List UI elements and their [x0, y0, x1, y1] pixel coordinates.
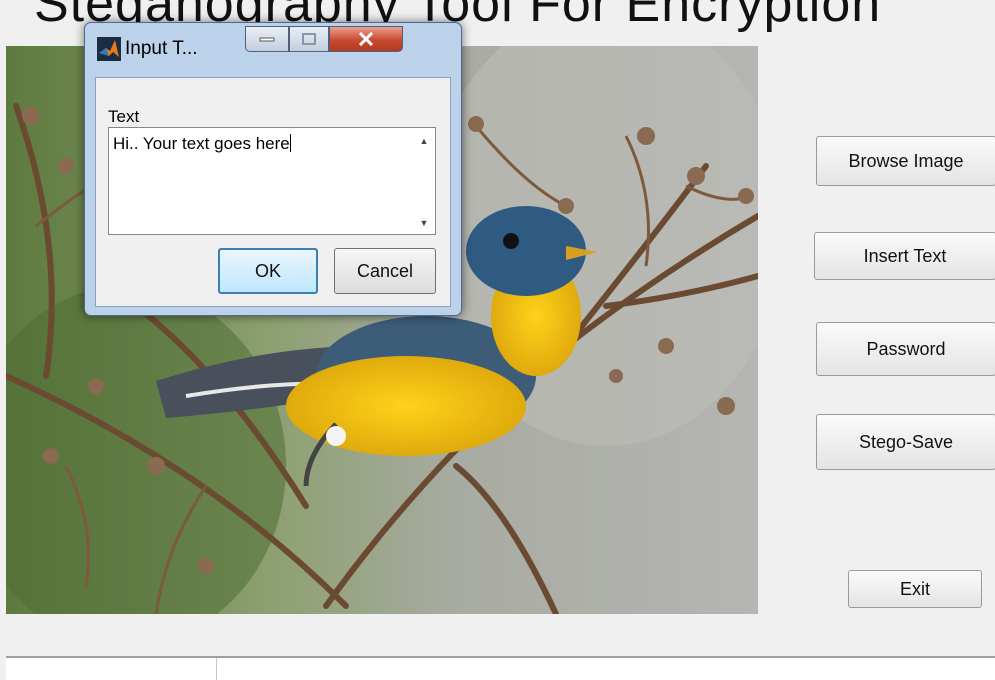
browse-image-button[interactable]: Browse Image: [816, 136, 995, 186]
minimize-icon: [259, 37, 275, 42]
insert-text-button[interactable]: Insert Text: [814, 232, 995, 280]
minimize-button[interactable]: [245, 26, 289, 52]
dialog-titlebar[interactable]: Input T...: [85, 23, 461, 73]
status-separator: [216, 658, 217, 680]
maximize-button[interactable]: [289, 26, 329, 52]
scroll-up-arrow-icon[interactable]: ▲: [417, 136, 431, 146]
exit-button[interactable]: Exit: [848, 570, 982, 608]
input-text-dialog: Input T... Text Hi.. Your text goes here…: [84, 22, 462, 316]
text-field-label: Text: [108, 107, 140, 126]
dialog-title: Input T...: [125, 38, 198, 59]
matlab-logo-icon: [97, 37, 121, 61]
close-button[interactable]: [329, 26, 403, 52]
dialog-body: Text Hi.. Your text goes here ▲ ▼ OK Can…: [95, 77, 451, 307]
text-content: Hi.. Your text goes here: [113, 134, 290, 153]
text-input-area[interactable]: Hi.. Your text goes here ▲ ▼: [108, 127, 436, 235]
password-button[interactable]: Password: [816, 322, 995, 376]
text-caret: [289, 134, 291, 152]
scroll-down-arrow-icon[interactable]: ▼: [417, 218, 431, 228]
maximize-icon: [302, 33, 316, 45]
cancel-button[interactable]: Cancel: [334, 248, 436, 294]
text-input-value[interactable]: Hi.. Your text goes here: [113, 134, 291, 154]
stego-save-button[interactable]: Stego-Save: [816, 414, 995, 470]
ok-button[interactable]: OK: [218, 248, 318, 294]
status-bar: [6, 656, 995, 680]
close-icon: [358, 32, 374, 46]
